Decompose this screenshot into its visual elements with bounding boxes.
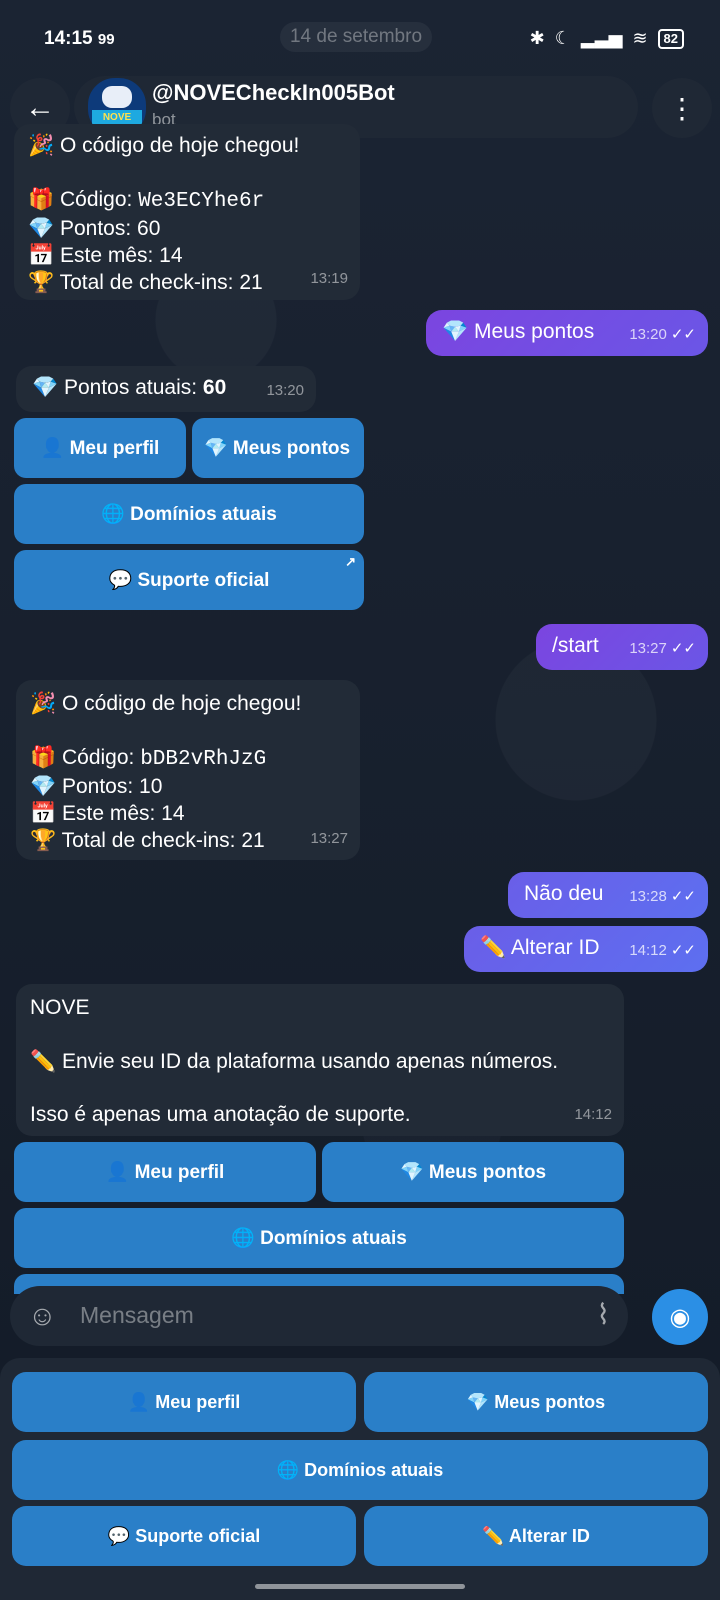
inline-button-profile[interactable]: 👤 Meu perfil (14, 418, 186, 478)
double-check-icon: ✓✓ (670, 326, 696, 343)
message-time: 14:12 ✓✓ (629, 942, 696, 959)
message-text: ✏️ Alterar ID (480, 936, 600, 959)
message-input[interactable]: Mensagem (80, 1302, 194, 1329)
chat-title: @NOVECheckIn005Bot (152, 80, 395, 105)
double-check-icon: ✓✓ (670, 640, 696, 657)
keyboard-button-points[interactable]: 💎 Meus pontos (364, 1372, 708, 1432)
battery-icon: 82 (657, 28, 684, 49)
message-time: 13:28 ✓✓ (629, 888, 696, 905)
message-line: NOVE (30, 996, 90, 1019)
message-line: 💎 Pontos: 10 (30, 775, 163, 798)
menu-button[interactable]: ⋮ (652, 78, 712, 138)
message-line: ✏️ Envie seu ID da plataforma usando ape… (30, 1050, 559, 1073)
message-line: 🎉 O código de hoje chegou! (28, 134, 300, 157)
code-value: bDB2vRhJzG (140, 748, 267, 771)
message-bubble[interactable]: 🎉 O código de hoje chegou! 🎁 Código: bDB… (16, 680, 360, 860)
message-line: 🎁 Código: We3ECYhe6r (28, 188, 265, 213)
inline-button-points[interactable]: 💎 Meus pontos (322, 1142, 624, 1202)
status-bar: 14:15 99 14 de setembro ✱ ☾ ▂▃▅ ≋ 82 (0, 0, 720, 72)
message-composer: ☺ Mensagem ⌇ (10, 1286, 628, 1346)
message-time: 14:12 (574, 1106, 612, 1123)
message-bubble[interactable]: NOVE ✏️ Envie seu ID da plataforma usand… (16, 984, 624, 1136)
message-line: 📅 Este mês: 14 (30, 802, 185, 825)
arrow-left-icon: ← (25, 91, 55, 124)
message-text: 💎 Meus pontos (442, 320, 595, 343)
message-time: 13:20 (266, 382, 304, 399)
message-line: 🎉 O código de hoje chegou! (30, 692, 302, 715)
signal-icon: ▂▃▅ (580, 28, 623, 48)
status-time: 14:15 99 (44, 28, 115, 49)
message-line: 🎁 Código: bDB2vRhJzG (30, 746, 267, 771)
inline-button-domains[interactable]: 🌐 Domínios atuais (14, 1208, 624, 1268)
sticker-icon[interactable]: ☺ (28, 1300, 57, 1332)
message-line: 💎 Pontos: 60 (28, 217, 161, 240)
bluetooth-icon: ✱ (529, 28, 545, 48)
robot-icon (102, 86, 132, 108)
message-text: Não deu (524, 882, 604, 905)
camera-button[interactable]: ◉ (652, 1289, 708, 1345)
wifi-icon: ≋ (632, 28, 648, 48)
message-time: 13:19 (310, 270, 348, 287)
keyboard-button-profile[interactable]: 👤 Meu perfil (12, 1372, 356, 1432)
message-line: 📅 Este mês: 14 (28, 244, 183, 267)
status-icons: ✱ ☾ ▂▃▅ ≋ 82 (530, 28, 684, 49)
home-indicator[interactable] (255, 1584, 465, 1589)
message-time: 13:20 ✓✓ (629, 326, 696, 343)
keyboard-button-support[interactable]: 💬 Suporte oficial (12, 1506, 356, 1566)
paperclip-icon[interactable]: ⌇ (596, 1298, 610, 1331)
message-text: 💎 Pontos atuais: 60 (32, 376, 227, 399)
message-bubble[interactable]: 💎 Pontos atuais: 60 13:20 (16, 366, 316, 412)
message-bubble[interactable]: 🎉 O código de hoje chegou! 🎁 Código: We3… (14, 124, 360, 300)
inline-button-support[interactable]: 💬 Suporte oficial ↗ (14, 550, 364, 610)
message-line: 🏆 Total de check-ins: 21 (28, 271, 263, 294)
message-time: 13:27 ✓✓ (629, 640, 696, 657)
more-vert-icon: ⋮ (668, 92, 696, 124)
external-link-icon: ↗ (345, 554, 356, 569)
message-time: 13:27 (310, 830, 348, 847)
inline-button-profile[interactable]: 👤 Meu perfil (14, 1142, 316, 1202)
message-line: Isso é apenas uma anotação de suporte. (30, 1103, 411, 1126)
code-value: We3ECYhe6r (138, 190, 265, 213)
message-bubble[interactable]: ✏️ Alterar ID 14:12 ✓✓ (464, 926, 708, 972)
message-bubble[interactable]: Não deu 13:28 ✓✓ (508, 872, 708, 918)
inline-button-domains[interactable]: 🌐 Domínios atuais (14, 484, 364, 544)
message-line: 🏆 Total de check-ins: 21 (30, 829, 265, 852)
double-check-icon: ✓✓ (670, 942, 696, 959)
moon-icon: ☾ (554, 28, 571, 48)
inline-button-points[interactable]: 💎 Meus pontos (192, 418, 364, 478)
double-check-icon: ✓✓ (670, 888, 696, 905)
keyboard-button-change-id[interactable]: ✏️ Alterar ID (364, 1506, 708, 1566)
message-bubble[interactable]: /start 13:27 ✓✓ (536, 624, 708, 670)
camera-icon: ◉ (669, 1303, 691, 1331)
message-text: /start (552, 634, 599, 657)
keyboard-button-domains[interactable]: 🌐 Domínios atuais (12, 1440, 708, 1500)
button-label: 💬 Suporte oficial (108, 570, 270, 591)
message-bubble[interactable]: 💎 Meus pontos 13:20 ✓✓ (426, 310, 708, 356)
date-pill: 14 de setembro (280, 22, 432, 52)
